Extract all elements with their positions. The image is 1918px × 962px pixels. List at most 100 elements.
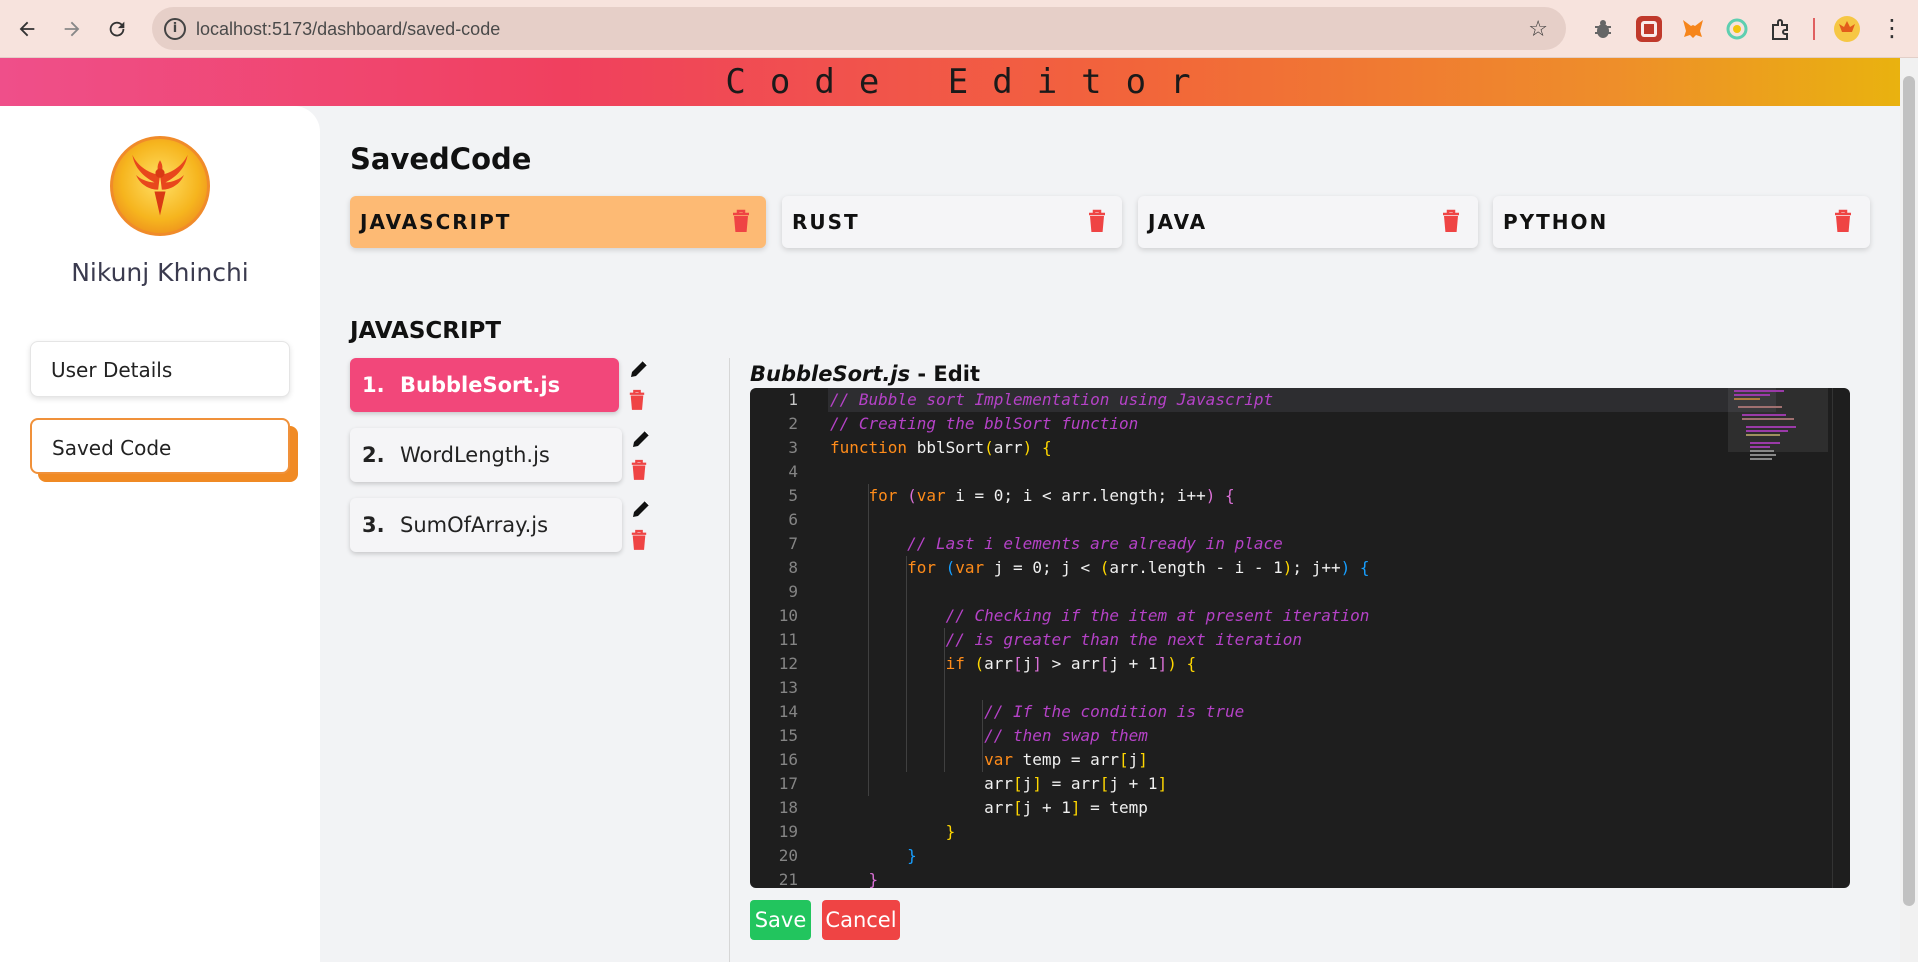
- code-line[interactable]: 7 // Last i elements are already in plac…: [750, 532, 1850, 556]
- code-line[interactable]: 9: [750, 580, 1850, 604]
- code-line[interactable]: 8 for (var j = 0; j < (arr.length - i - …: [750, 556, 1850, 580]
- panel-divider: [729, 358, 730, 962]
- app-header: Code Editor: [0, 58, 1900, 106]
- browser-menu-icon[interactable]: ⋮: [1880, 12, 1904, 46]
- line-number: 16: [778, 750, 798, 769]
- code-line[interactable]: 2// Creating the bblSort function: [750, 412, 1850, 436]
- bookmark-star-icon[interactable]: ☆: [1528, 16, 1548, 42]
- code-line[interactable]: 17 arr[j] = arr[j + 1]: [750, 772, 1850, 796]
- code-line[interactable]: 16 var temp = arr[j]: [750, 748, 1850, 772]
- cancel-button[interactable]: Cancel: [822, 900, 900, 940]
- forward-icon[interactable]: [55, 12, 89, 46]
- line-number: 13: [778, 678, 798, 697]
- sidebar-item-user-details[interactable]: User Details: [30, 341, 290, 397]
- address-bar[interactable]: i localhost:5173/dashboard/saved-code ☆: [152, 7, 1566, 50]
- circle-extension-icon[interactable]: [1724, 16, 1750, 42]
- reload-icon[interactable]: [100, 12, 134, 46]
- file-item-wordlength[interactable]: 2. WordLength.js: [350, 428, 622, 482]
- site-info-icon[interactable]: i: [164, 18, 186, 40]
- line-number: 17: [778, 774, 798, 793]
- minimap[interactable]: [1728, 388, 1828, 888]
- line-number: 18: [778, 798, 798, 817]
- line-number: 11: [778, 630, 798, 649]
- toolbar-separator: [1813, 18, 1815, 40]
- delete-language-rust-icon[interactable]: [1087, 209, 1107, 233]
- section-title: JAVASCRIPT: [350, 318, 502, 344]
- line-number: 20: [778, 846, 798, 865]
- line-number: 6: [788, 510, 798, 529]
- line-number: 2: [788, 414, 798, 433]
- line-number: 5: [788, 486, 798, 505]
- code-line[interactable]: 15 // then swap them: [750, 724, 1850, 748]
- delete-file-wordlength-icon[interactable]: [630, 459, 648, 481]
- user-name: Nikunj Khinchi: [71, 258, 249, 287]
- delete-file-sumofarray-icon[interactable]: [630, 529, 648, 551]
- language-tab-label: RUST: [792, 210, 860, 234]
- language-tab-label: JAVA: [1148, 210, 1208, 234]
- line-number: 12: [778, 654, 798, 673]
- bug-extension-icon[interactable]: [1590, 16, 1616, 42]
- line-number: 14: [778, 702, 798, 721]
- metamask-fox-icon[interactable]: [1680, 16, 1706, 42]
- code-line[interactable]: 20 }: [750, 844, 1850, 868]
- line-number: 3: [788, 438, 798, 457]
- code-line[interactable]: 18 arr[j + 1] = temp: [750, 796, 1850, 820]
- delete-file-bubblesort-icon[interactable]: [628, 389, 646, 411]
- editor-title: BubbleSort.js - Edit: [750, 362, 980, 386]
- back-icon[interactable]: [10, 12, 44, 46]
- code-line[interactable]: 13: [750, 676, 1850, 700]
- code-line[interactable]: 4: [750, 460, 1850, 484]
- editor-scrollbar[interactable]: [1832, 388, 1833, 888]
- language-tab-label: PYTHON: [1503, 210, 1609, 234]
- app-title: Code Editor: [725, 62, 1215, 102]
- code-line[interactable]: 19 }: [750, 820, 1850, 844]
- code-line[interactable]: 10 // Checking if the item at present it…: [750, 604, 1850, 628]
- language-tab-rust[interactable]: RUST: [782, 196, 1122, 248]
- file-item-bubblesort[interactable]: 1. BubbleSort.js: [350, 358, 619, 412]
- language-tab-label: JAVASCRIPT: [360, 210, 512, 234]
- line-number: 1: [788, 390, 798, 409]
- language-tab-java[interactable]: JAVA: [1138, 196, 1478, 248]
- delete-language-java-icon[interactable]: [1441, 209, 1461, 233]
- code-line[interactable]: 14 // If the condition is true: [750, 700, 1850, 724]
- page-title: SavedCode: [350, 142, 532, 176]
- red-extension-icon[interactable]: [1636, 16, 1662, 42]
- code-line[interactable]: 11 // is greater than the next iteration: [750, 628, 1850, 652]
- edit-file-sumofarray-pencil-icon[interactable]: [630, 498, 652, 520]
- code-line[interactable]: 6: [750, 508, 1850, 532]
- language-tab-javascript[interactable]: JAVASCRIPT: [350, 196, 766, 248]
- line-number: 8: [788, 558, 798, 577]
- code-line[interactable]: 3 function bblSort(arr) {: [750, 436, 1850, 460]
- browser-toolbar: i localhost:5173/dashboard/saved-code ☆ …: [0, 0, 1918, 58]
- file-index: 1.: [362, 373, 385, 397]
- line-number: 9: [788, 582, 798, 601]
- line-number: 19: [778, 822, 798, 841]
- line-number: 4: [788, 462, 798, 481]
- code-line[interactable]: 5 for (var i = 0; i < arr.length; i++) {: [750, 484, 1850, 508]
- code-line[interactable]: 1// Bubble sort Implementation using Jav…: [750, 388, 1850, 412]
- editor-file-name: BubbleSort.js: [750, 362, 911, 386]
- line-number: 21: [778, 870, 798, 888]
- file-name: SumOfArray.js: [400, 513, 549, 537]
- editor-mode-label: - Edit: [910, 362, 981, 386]
- sidebar-item-saved-code[interactable]: Saved Code: [30, 418, 290, 474]
- file-item-sumofarray[interactable]: 3. SumOfArray.js: [350, 498, 622, 552]
- code-editor[interactable]: 1// Bubble sort Implementation using Jav…: [750, 388, 1850, 888]
- line-number: 10: [778, 606, 798, 625]
- sidebar: Nikunj Khinchi User Details Saved Code: [0, 106, 320, 962]
- edit-file-bubblesort-pencil-icon[interactable]: [628, 358, 650, 380]
- extensions-puzzle-icon[interactable]: [1768, 16, 1794, 42]
- line-number: 7: [788, 534, 798, 553]
- file-index: 2.: [362, 443, 385, 467]
- edit-file-wordlength-pencil-icon[interactable]: [630, 428, 652, 450]
- code-line[interactable]: 21 }: [750, 868, 1850, 888]
- page-scrollbar-thumb[interactable]: [1903, 76, 1915, 906]
- delete-language-javascript-icon[interactable]: [731, 209, 751, 233]
- profile-avatar[interactable]: [1834, 16, 1860, 42]
- url-text[interactable]: localhost:5173/dashboard/saved-code: [196, 19, 500, 40]
- save-button[interactable]: Save: [750, 900, 811, 940]
- delete-language-python-icon[interactable]: [1833, 209, 1853, 233]
- file-index: 3.: [362, 513, 385, 537]
- code-line[interactable]: 12 if (arr[j] > arr[j + 1]) {: [750, 652, 1850, 676]
- language-tab-python[interactable]: PYTHON: [1493, 196, 1870, 248]
